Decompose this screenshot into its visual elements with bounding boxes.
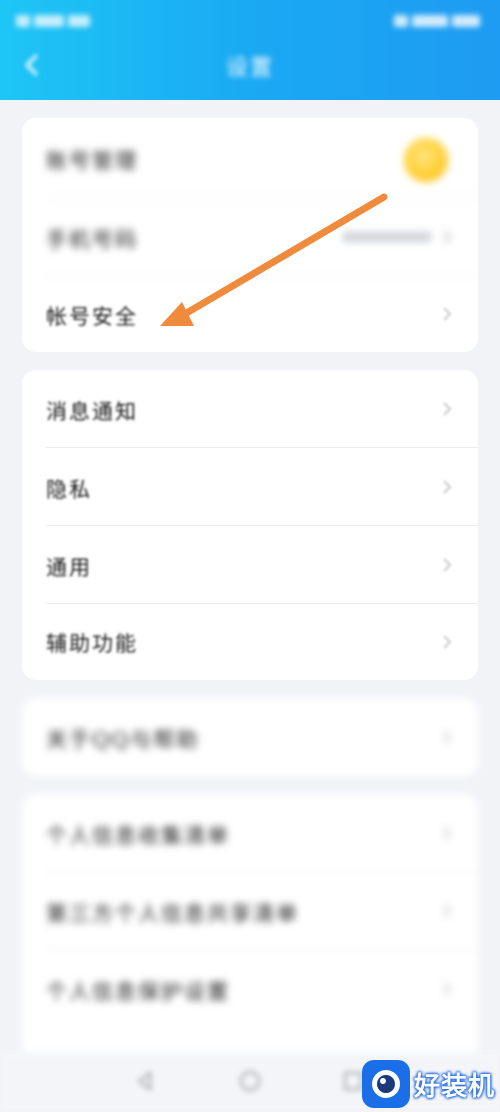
- settings-row-third-party[interactable]: 第三方个人信息共享清单: [22, 872, 478, 950]
- row-label: 账号管理: [46, 149, 138, 173]
- row-label: 关于QQ与帮助: [46, 728, 200, 752]
- row-label: 辅助功能: [46, 632, 138, 656]
- page-title: 设置: [225, 56, 274, 81]
- home-circle-icon[interactable]: [237, 1068, 263, 1094]
- settings-row-phone[interactable]: 手机号码: [22, 198, 478, 276]
- eye-logo-icon: [362, 1060, 410, 1108]
- settings-row-about[interactable]: 关于QQ与帮助: [22, 698, 478, 776]
- settings-row-account-security[interactable]: 帐号安全: [22, 276, 478, 352]
- status-bar: [0, 0, 500, 36]
- about-card: 关于QQ与帮助: [22, 698, 478, 776]
- chevron-right-icon: [443, 826, 452, 840]
- chevron-right-icon: [443, 480, 452, 494]
- row-label: 第三方个人信息共享清单: [46, 902, 299, 926]
- back-triangle-icon[interactable]: [132, 1068, 158, 1094]
- settings-row-accessibility[interactable]: 辅助功能: [22, 604, 478, 680]
- row-label: 个人信息收集清单: [46, 824, 230, 848]
- chevron-right-icon: [443, 230, 452, 244]
- chevron-right-icon: [443, 730, 452, 744]
- settings-row-protection[interactable]: 个人信息保护设置: [22, 950, 478, 1028]
- chevron-right-icon: [443, 558, 452, 572]
- privacy-lists-card: 个人信息收集清单 第三方个人信息共享清单 个人信息保护设置: [22, 794, 478, 1094]
- avatar: [404, 138, 448, 182]
- settings-row-general[interactable]: 通用: [22, 526, 478, 604]
- settings-row-account[interactable]: 账号管理: [22, 118, 478, 198]
- status-left: [16, 10, 106, 27]
- row-label: 消息通知: [46, 400, 138, 424]
- row-label: 隐私: [46, 478, 92, 502]
- masked-phone-value: [342, 232, 432, 242]
- row-label: 个人信息保护设置: [46, 980, 230, 1004]
- chevron-right-icon: [443, 904, 452, 918]
- status-right: [370, 10, 480, 27]
- chevron-right-icon: [443, 982, 452, 996]
- settings-row-notifications[interactable]: 消息通知: [22, 370, 478, 448]
- watermark: 好装机: [360, 1058, 500, 1108]
- chevron-right-icon: [443, 307, 452, 321]
- account-card: 账号管理 手机号码 帐号安全: [22, 118, 478, 352]
- settings-row-info-collection[interactable]: 个人信息收集清单: [22, 794, 478, 872]
- row-label: 手机号码: [46, 228, 138, 252]
- preferences-card: 消息通知 隐私 通用 辅助功能: [22, 370, 478, 680]
- settings-row-privacy[interactable]: 隐私: [22, 448, 478, 526]
- row-label: 通用: [46, 556, 92, 580]
- chevron-right-icon: [443, 402, 452, 416]
- watermark-text: 好装机: [414, 1072, 496, 1102]
- row-label: 帐号安全: [46, 305, 138, 329]
- chevron-right-icon: [443, 635, 452, 649]
- app-header: 设置: [0, 0, 500, 100]
